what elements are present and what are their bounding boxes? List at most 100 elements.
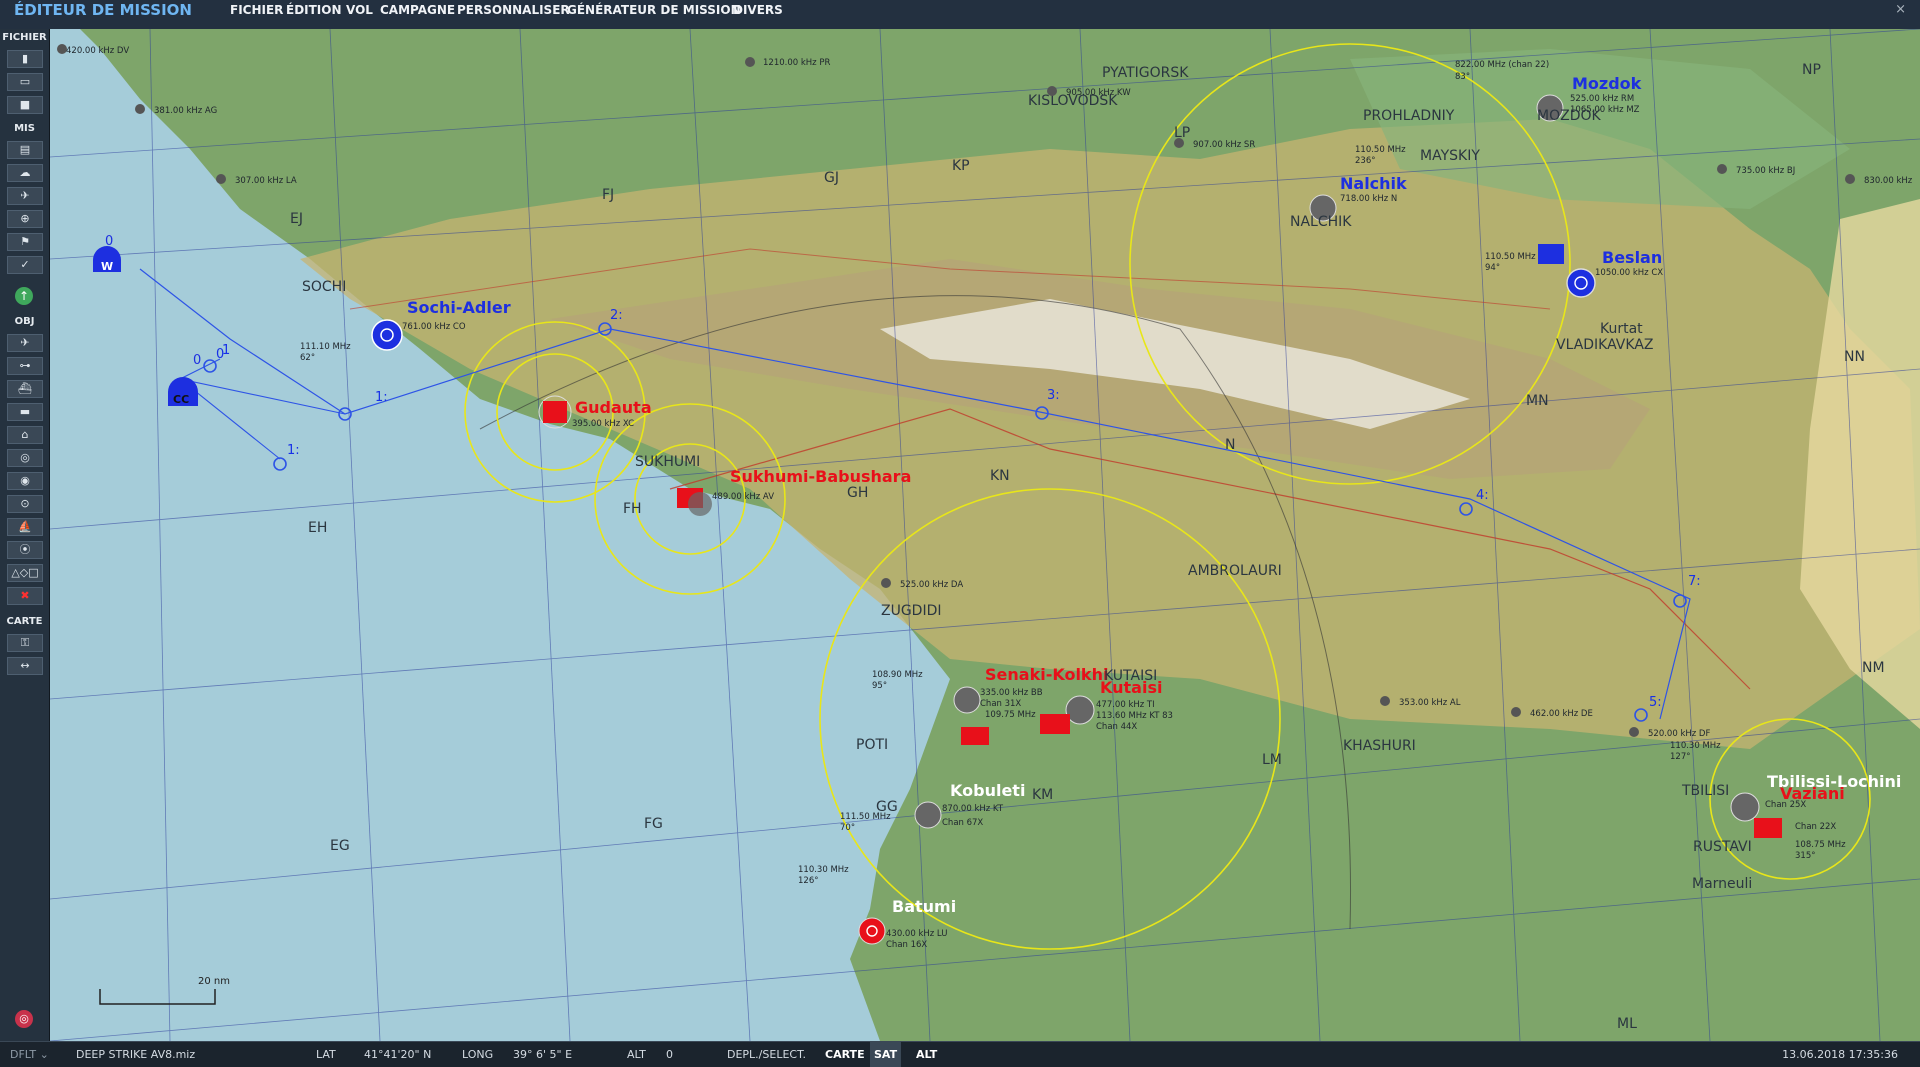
menu-edition[interactable]: ÉDITION <box>286 0 342 20</box>
ndb-label: 462.00 kHz DE <box>1530 709 1593 719</box>
ndb-label: 520.00 kHz DF <box>1648 729 1710 739</box>
city-label: MAYSKIY <box>1420 148 1480 164</box>
delete-icon[interactable]: ✖ <box>7 587 43 605</box>
open-file-icon[interactable]: ▭ <box>7 73 43 91</box>
map-key-icon[interactable]: ⚿ <box>7 634 43 652</box>
long-label: LONG <box>462 1048 494 1061</box>
view-sat-button[interactable]: SAT <box>870 1042 902 1067</box>
ndb-label: 420.00 kHz DV <box>66 46 129 56</box>
city-label: KUTAISI <box>1104 668 1157 684</box>
menu-fichier[interactable]: FICHIER <box>230 0 283 20</box>
airbase-icon[interactable] <box>914 801 942 829</box>
ndb-label: 525.00 kHz DA <box>900 580 963 590</box>
vor-text: 113.60 MHz KT 83 <box>1096 711 1173 721</box>
add-nav-point-icon[interactable]: ⊙ <box>7 495 43 513</box>
add-trigger-zone-icon[interactable]: ◎ <box>7 449 43 467</box>
airbase-name: Sochi-Adler <box>407 298 511 317</box>
aircraft-icon[interactable]: ✈ <box>7 187 43 205</box>
grid-label: KN <box>990 468 1010 484</box>
add-static-icon[interactable]: ⌂ <box>7 426 43 444</box>
ils-text: 108.90 MHz <box>872 670 923 680</box>
beacon-text: 718.00 kHz N <box>1340 194 1397 204</box>
flag-icon[interactable]: ⚑ <box>7 233 43 251</box>
group-icon[interactable]: ⦿ <box>7 541 43 559</box>
beacon-text: 870.00 kHz KT <box>942 804 1004 814</box>
menu-campagne[interactable]: CAMPAGNE <box>380 0 455 20</box>
ils-text: 108.75 MHz <box>1795 840 1846 850</box>
draw-shapes-icon[interactable]: △◇□ <box>7 564 43 582</box>
grid-label: EJ <box>290 211 303 227</box>
left-toolbar: FICHIER ▮ ▭ ■ MIS ▤ ☁ ✈ ⊕ ⚑ ✓ ↑ OBJ ✈ ⊶ … <box>0 29 50 1041</box>
wp-label: 2: <box>610 308 623 323</box>
grid-label: KM <box>1032 787 1053 803</box>
lat-value: 41°41'20" N <box>364 1048 432 1061</box>
grid-label: GG <box>876 799 898 815</box>
add-helicopter-icon[interactable]: ⊶ <box>7 357 43 375</box>
menu-generateur[interactable]: GÉNÉRATEUR DE MISSION <box>567 0 741 20</box>
ndb-label: 307.00 kHz LA <box>235 176 297 186</box>
briefing-icon[interactable]: ▤ <box>7 141 43 159</box>
view-carte-button[interactable]: CARTE <box>821 1042 869 1067</box>
grid-label: ML <box>1617 1016 1637 1032</box>
ils-text: 110.50 MHz <box>1485 252 1536 262</box>
app-title: ÉDITEUR DE MISSION <box>14 1 192 19</box>
airbase-name: Batumi <box>892 897 956 916</box>
weather-icon[interactable]: ☁ <box>7 164 43 182</box>
airbase-icon[interactable] <box>1566 268 1596 298</box>
tacan-text: Chan 44X <box>1096 722 1137 732</box>
beacon-text: 395.00 kHz XC <box>572 419 634 429</box>
airbase-icon[interactable] <box>1065 695 1095 725</box>
map-view[interactable]: 0 1 1: 1: 2: 3: 4: 5: 7: W 0 CC 0 Sochi-… <box>50 29 1920 1041</box>
city-label: Kurtat <box>1600 321 1643 337</box>
toolbar-section-file: FICHIER <box>2 32 47 43</box>
airbase-icon[interactable] <box>858 917 886 945</box>
wp-label: 7: <box>1688 574 1701 589</box>
fly-mission-icon[interactable]: ↑ <box>15 287 33 305</box>
profile-select[interactable]: DFLT ⌄ <box>10 1042 49 1067</box>
menu-divers[interactable]: DIVERS <box>733 0 783 20</box>
ils-heading: 126° <box>798 876 818 886</box>
city-label: VLADIKAVKAZ <box>1556 337 1653 353</box>
toolbar-section-objects: OBJ <box>14 316 35 327</box>
close-icon[interactable]: × <box>1895 0 1906 20</box>
wp-label: 5: <box>1649 695 1662 710</box>
new-file-icon[interactable]: ▮ <box>7 50 43 68</box>
menu-vol[interactable]: VOL <box>346 0 373 20</box>
add-ship-icon[interactable]: ⛴ <box>7 380 43 398</box>
ils-heading: 315° <box>1795 851 1815 861</box>
menu-bar: ÉDITEUR DE MISSION FICHIER ÉDITION VOL C… <box>0 0 1920 30</box>
add-zone-icon[interactable]: ◉ <box>7 472 43 490</box>
carrier-label: CC <box>173 393 189 406</box>
awacs-wp-label: 0 <box>105 234 113 249</box>
airbase-name: Gudauta <box>575 398 652 417</box>
beacon-text: 761.00 kHz CO <box>402 322 466 332</box>
add-vehicle-icon[interactable]: ▬ <box>7 403 43 421</box>
ndb-label: 905.00 kHz KW <box>1066 88 1131 98</box>
add-plane-icon[interactable]: ✈ <box>7 334 43 352</box>
mission-file-name: DEEP STRIKE AV8.miz <box>76 1048 196 1061</box>
add-bullseye-icon[interactable]: ⛵ <box>7 518 43 536</box>
save-file-icon[interactable]: ■ <box>7 96 43 114</box>
ils-heading: 94° <box>1485 263 1500 273</box>
ruler-icon[interactable]: ↔ <box>7 657 43 675</box>
coalition-icon[interactable]: ⊕ <box>7 210 43 228</box>
airbase-icon[interactable] <box>543 401 567 423</box>
view-alt-button[interactable]: ALT <box>912 1042 941 1067</box>
beacon-text: 477.00 kHz TI <box>1096 700 1155 710</box>
dcs-logo-icon[interactable]: ◎ <box>15 1010 33 1028</box>
check-icon[interactable]: ✓ <box>7 256 43 274</box>
alt-value: 0 <box>666 1048 673 1061</box>
ndb-label: 381.00 kHz AG <box>154 106 217 116</box>
airbase-icon[interactable] <box>371 319 403 351</box>
airbase-icon[interactable] <box>1754 818 1782 838</box>
grid-label: LM <box>1262 752 1282 768</box>
airbase-icon[interactable] <box>953 686 981 714</box>
toolbar-section-mission: MIS <box>14 123 35 134</box>
lat-label: LAT <box>316 1048 336 1061</box>
city-label: NALCHIK <box>1290 214 1352 230</box>
airbase-icon[interactable] <box>1730 792 1760 822</box>
menu-personnaliser[interactable]: PERSONNALISER <box>457 0 570 20</box>
airbase-name: Vaziani <box>1780 784 1845 803</box>
ils-heading: 83° <box>1455 72 1470 82</box>
grid-label: FJ <box>602 187 614 203</box>
